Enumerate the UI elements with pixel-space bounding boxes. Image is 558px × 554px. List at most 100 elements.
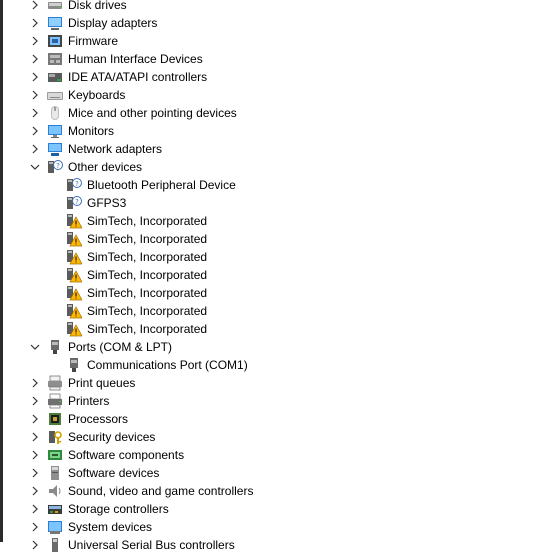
warning-device-icon [66,321,82,337]
chevron-right-icon[interactable] [30,432,40,442]
tree-category-label: Display adapters [68,16,158,30]
chevron-right-icon[interactable] [30,396,40,406]
network-adapter-icon [47,141,63,157]
tree-category-storage-controllers[interactable]: Storage controllers [0,500,558,518]
chevron-right-icon[interactable] [30,36,40,46]
tree-category-label: Mice and other pointing devices [68,106,237,120]
chevron-right-icon[interactable] [30,108,40,118]
tree-category-label: Other devices [68,160,143,174]
chevron-right-icon[interactable] [30,90,40,100]
svg-text:?: ? [75,180,79,188]
tree-category-label: IDE ATA/ATAPI controllers [68,70,208,84]
tree-device-item[interactable]: SimTech, Incorporated [0,230,558,248]
tree-category-label: Human Interface Devices [68,52,203,66]
tree-device-item[interactable]: ? Bluetooth Peripheral Device [0,176,558,194]
keyboard-icon [47,87,63,103]
tree-device-label: SimTech, Incorporated [87,304,208,318]
storage-controller-icon [47,501,63,517]
chevron-right-icon[interactable] [30,522,40,532]
tree-category-processors[interactable]: Processors [0,410,558,428]
tree-category-label: Processors [68,412,129,426]
warning-device-icon [66,231,82,247]
processor-icon [47,411,63,427]
chevron-right-icon[interactable] [30,0,40,10]
chevron-right-icon[interactable] [30,18,40,28]
tree-device-item[interactable]: Communications Port (COM1) [0,356,558,374]
speaker-icon [47,483,63,499]
tree-category-firmware[interactable]: Firmware [0,32,558,50]
tree-category-print-queues[interactable]: Print queues [0,374,558,392]
tree-category-network-adapters[interactable]: Network adapters [0,140,558,158]
tree-device-item[interactable]: SimTech, Incorporated [0,284,558,302]
tree-category-ports-com-lpt[interactable]: Ports (COM & LPT) [0,338,558,356]
tree-category-label: Storage controllers [68,502,169,516]
tree-device-item[interactable]: SimTech, Incorporated [0,302,558,320]
hid-icon [47,51,63,67]
tree-category-ide-ata-atapi-controllers[interactable]: IDE ATA/ATAPI controllers [0,68,558,86]
tree-category-label: Printers [68,394,110,408]
printer-icon [47,393,63,409]
port-icon [66,357,82,373]
tree-category-universal-serial-bus-controllers[interactable]: Universal Serial Bus controllers [0,536,558,554]
tree-category-label: Print queues [68,376,136,390]
tree-device-label: Communications Port (COM1) [87,358,248,372]
tree-device-item[interactable]: ? GFPS3 [0,194,558,212]
tree-category-other-devices[interactable]: ? Other devices [0,158,558,176]
disk-drive-icon [47,0,63,13]
chevron-down-icon[interactable] [30,162,40,172]
tree-category-security-devices[interactable]: Security devices [0,428,558,446]
warning-device-icon [66,213,82,229]
chevron-right-icon[interactable] [30,486,40,496]
tree-device-label: SimTech, Incorporated [87,286,208,300]
tree-category-label: Monitors [68,124,115,138]
print-queue-icon [47,375,63,391]
tree-category-disk-drives[interactable]: Disk drives [0,0,558,14]
tree-device-item[interactable]: SimTech, Incorporated [0,266,558,284]
tree-category-human-interface-devices[interactable]: Human Interface Devices [0,50,558,68]
unknown-device-icon: ? [47,159,63,175]
port-icon [47,339,63,355]
chevron-right-icon[interactable] [30,450,40,460]
tree-category-label: Security devices [68,430,156,444]
usb-controller-icon [47,537,63,553]
tree-category-label: Software components [68,448,185,462]
tree-device-label: SimTech, Incorporated [87,214,208,228]
tree-category-mice-and-other-pointing-devices[interactable]: Mice and other pointing devices [0,104,558,122]
tree-category-system-devices[interactable]: System devices [0,518,558,536]
tree-category-label: Universal Serial Bus controllers [68,538,235,552]
tree-category-monitors[interactable]: Monitors [0,122,558,140]
chevron-down-icon[interactable] [30,342,40,352]
chevron-right-icon[interactable] [30,414,40,424]
tree-category-sound-video-and-game-controllers[interactable]: Sound, video and game controllers [0,482,558,500]
chevron-right-icon[interactable] [30,468,40,478]
tree-device-label: SimTech, Incorporated [87,322,208,336]
warning-device-icon [66,249,82,265]
monitor-icon [47,123,63,139]
unknown-device-icon: ? [66,177,82,193]
tree-category-label: Disk drives [68,0,127,12]
unknown-device-icon: ? [66,195,82,211]
software-component-icon [47,447,63,463]
tree-category-printers[interactable]: Printers [0,392,558,410]
warning-device-icon [66,303,82,319]
chevron-right-icon[interactable] [30,378,40,388]
chevron-right-icon[interactable] [30,54,40,64]
device-tree: Disk drives Display adapters Firmware Human… [0,0,558,554]
tree-device-item[interactable]: SimTech, Incorporated [0,212,558,230]
tree-category-label: Keyboards [68,88,126,102]
tree-category-label: Sound, video and game controllers [68,484,254,498]
chevron-right-icon[interactable] [30,126,40,136]
mouse-icon [47,105,63,121]
firmware-icon [47,33,63,49]
tree-category-keyboards[interactable]: Keyboards [0,86,558,104]
chevron-right-icon[interactable] [30,504,40,514]
tree-category-display-adapters[interactable]: Display adapters [0,14,558,32]
tree-category-software-devices[interactable]: Software devices [0,464,558,482]
tree-device-item[interactable]: SimTech, Incorporated [0,320,558,338]
svg-text:?: ? [75,198,79,206]
chevron-right-icon[interactable] [30,144,40,154]
tree-category-software-components[interactable]: Software components [0,446,558,464]
tree-category-label: Software devices [68,466,160,480]
chevron-right-icon[interactable] [30,72,40,82]
tree-device-item[interactable]: SimTech, Incorporated [0,248,558,266]
